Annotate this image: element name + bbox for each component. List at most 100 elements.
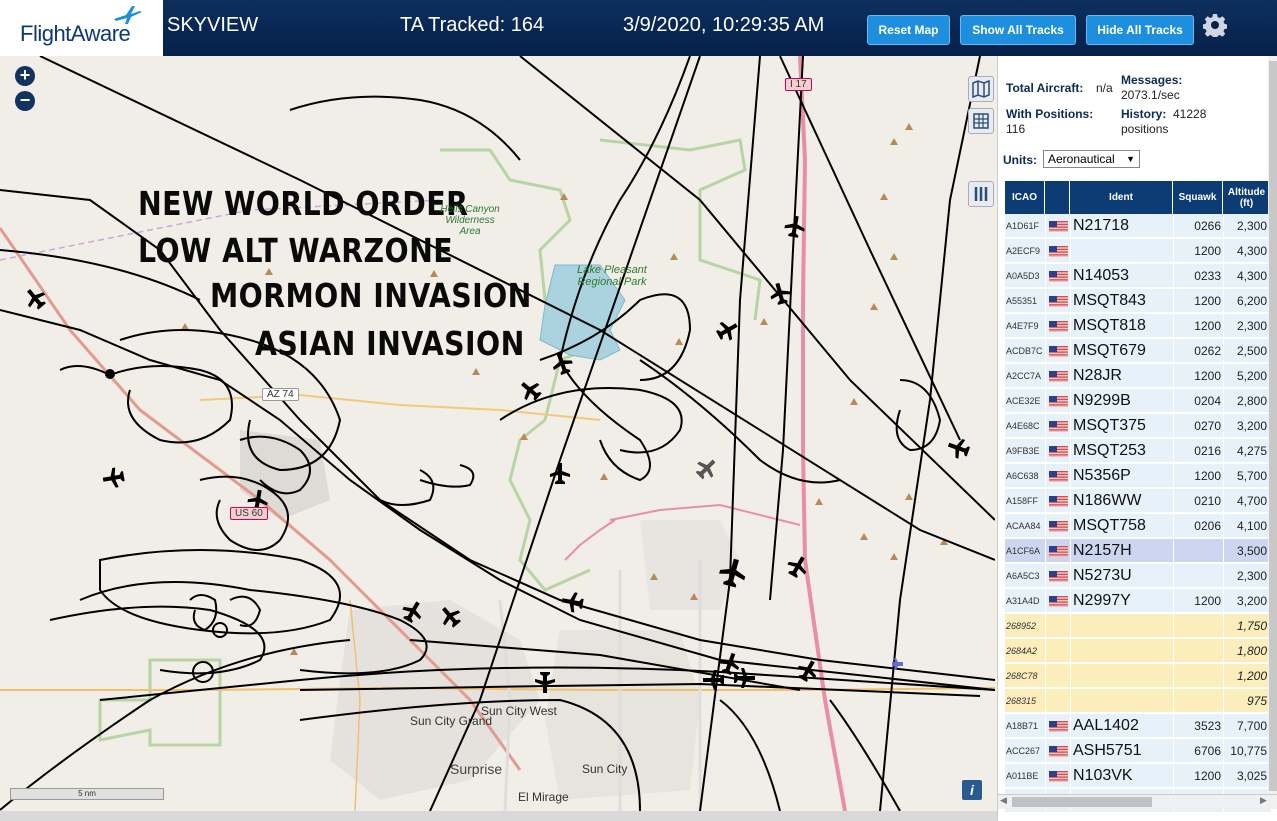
units-select[interactable]: Aeronautical ▼	[1043, 150, 1140, 168]
horizontal-scrollbar[interactable]: ◀ ▶	[998, 794, 1277, 809]
ident-cell: MSQT375	[1073, 417, 1146, 434]
table-row[interactable]: ACE32E N9299B 0204 2,800	[1005, 389, 1271, 413]
table-row[interactable]: A31A4D N2997Y 1200 3,200	[1005, 589, 1271, 613]
altitude-cell: 2,300	[1236, 319, 1267, 333]
table-row[interactable]: ACAA84 MSQT758 0206 4,100	[1005, 514, 1271, 538]
us-flag-icon	[1049, 271, 1068, 282]
table-row[interactable]: A1CF6A N2157H 3,500	[1005, 539, 1271, 563]
altitude-cell: 4,300	[1236, 244, 1267, 258]
ident-cell: N21718	[1073, 217, 1130, 234]
column-divider	[1223, 214, 1224, 238]
icao-cell: A2ECF9	[1006, 246, 1041, 256]
history-label: History:	[1121, 107, 1167, 121]
columns-toggle-button[interactable]	[968, 181, 994, 207]
with-positions-label: With Positions:	[1006, 107, 1094, 121]
scroll-right-arrow-icon[interactable]: ▶	[1260, 795, 1267, 806]
table-row[interactable]: ACC267 ASH5751 6706 10,775	[1005, 739, 1271, 763]
table-row[interactable]: A6A5C3 N5273U 2,300	[1005, 564, 1271, 588]
show-all-tracks-button[interactable]: Show All Tracks	[960, 15, 1076, 45]
column-divider	[1173, 539, 1174, 563]
squawk-cell: 1200	[1194, 244, 1221, 258]
column-divider	[1173, 639, 1174, 663]
us-flag-icon	[1049, 571, 1068, 582]
map-view[interactable]: + − NEW WORLD ORDER LOW ALT WARZONE MORM…	[0, 56, 995, 811]
squawk-cell: 0216	[1194, 444, 1221, 458]
table-row[interactable]: 268315 975	[1005, 689, 1271, 713]
vertical-scroll-thumb[interactable]	[1269, 61, 1277, 791]
column-divider	[1223, 764, 1224, 788]
grid-toggle-button[interactable]	[968, 108, 994, 134]
column-divider	[1173, 664, 1174, 688]
table-row[interactable]: A9FB3E MSQT253 0216 4,275	[1005, 439, 1271, 463]
table-row[interactable]: A4E7F9 MSQT818 1200 2,300	[1005, 314, 1271, 338]
gear-icon[interactable]	[1203, 13, 1227, 37]
column-divider	[1045, 664, 1046, 688]
table-row[interactable]: A1D61F N21718 0266 2,300	[1005, 214, 1271, 238]
column-divider	[1070, 564, 1071, 588]
column-divider	[1070, 689, 1071, 713]
column-divider	[1045, 314, 1046, 338]
column-divider	[1045, 564, 1046, 588]
map-layers-button[interactable]	[968, 76, 994, 102]
ident-cell: ASH5751	[1073, 742, 1142, 759]
icao-cell: A18B71	[1006, 721, 1039, 731]
table-row[interactable]: 268952 1,750	[1005, 614, 1271, 638]
reset-map-button[interactable]: Reset Map	[867, 15, 950, 45]
table-row[interactable]: A2CC7A N28JR 1200 5,200	[1005, 364, 1271, 388]
column-divider	[1070, 289, 1071, 313]
zoom-in-button[interactable]: +	[15, 66, 35, 86]
table-row[interactable]: A0A5D3 N14053 0233 4,300	[1005, 264, 1271, 288]
col-header-icao[interactable]: ICAO	[1005, 181, 1045, 214]
scroll-left-arrow-icon[interactable]: ◀	[1000, 795, 1007, 806]
column-divider	[1223, 564, 1224, 588]
icao-cell: A011BE	[1006, 771, 1039, 781]
squawk-cell: 1200	[1194, 294, 1221, 308]
column-divider	[1070, 264, 1071, 288]
flightaware-logo[interactable]: FlightAware	[0, 0, 163, 56]
column-divider	[1173, 564, 1174, 588]
column-divider	[1173, 464, 1174, 488]
table-row[interactable]: 2684A2 1,800	[1005, 639, 1271, 663]
ident-cell: N2157H	[1073, 542, 1132, 559]
column-divider	[1070, 589, 1071, 613]
ident-cell	[1073, 239, 1173, 263]
column-divider	[1070, 314, 1071, 338]
col-header-squawk[interactable]: Squawk	[1173, 181, 1223, 214]
table-row[interactable]: A18B71 AAL1402 3523 7,700	[1005, 714, 1271, 738]
col-header-ident[interactable]: Ident	[1070, 181, 1173, 214]
info-button[interactable]: i	[962, 780, 982, 800]
hide-all-tracks-button[interactable]: Hide All Tracks	[1086, 15, 1194, 45]
altitude-cell: 2,800	[1236, 394, 1267, 408]
us-flag-icon	[1049, 471, 1068, 482]
us-flag-icon	[1049, 521, 1068, 532]
column-divider	[1173, 489, 1174, 513]
table-row[interactable]: ACDB7C MSQT679 0262 2,500	[1005, 339, 1271, 363]
column-divider	[1173, 264, 1174, 288]
overlay-line-3: MORMON INVASION	[210, 276, 532, 315]
table-row[interactable]: A4E68C MSQT375 0270 3,200	[1005, 414, 1271, 438]
column-divider	[1223, 289, 1224, 313]
us-flag-icon	[1049, 321, 1068, 332]
scale-bar: 5 nm	[10, 788, 164, 800]
ident-cell: N9299B	[1073, 392, 1131, 409]
ident-cell: N14053	[1073, 267, 1130, 284]
column-divider	[1173, 364, 1174, 388]
squawk-cell: 0210	[1194, 494, 1221, 508]
aircraft-sidebar: Total Aircraft: n/a Messages: 2073.1/sec…	[997, 56, 1277, 821]
table-row[interactable]: A2ECF9 1200 4,300	[1005, 239, 1271, 263]
table-row[interactable]: 268C78 1,200	[1005, 664, 1271, 688]
table-row[interactable]: A158FF N186WW 0210 4,700	[1005, 489, 1271, 513]
table-row[interactable]: A6C638 N5356P 1200 5,700	[1005, 464, 1271, 488]
horizontal-scroll-thumb[interactable]	[1012, 797, 1152, 807]
icao-cell: ACAA84	[1006, 521, 1041, 531]
total-aircraft-label: Total Aircraft:	[1006, 81, 1084, 95]
vertical-scrollbar[interactable]	[1268, 56, 1277, 794]
ident-cell: N5273U	[1073, 567, 1132, 584]
table-row[interactable]: A55351 MSQT843 1200 6,200	[1005, 289, 1271, 313]
col-header-altitude[interactable]: Altitude (ft)	[1223, 181, 1271, 214]
table-row[interactable]: A011BE N103VK 1200 3,025	[1005, 764, 1271, 788]
icao-cell: A2CC7A	[1006, 371, 1042, 381]
zoom-out-button[interactable]: −	[15, 91, 35, 111]
column-divider	[1173, 514, 1174, 538]
column-divider	[1045, 414, 1046, 438]
